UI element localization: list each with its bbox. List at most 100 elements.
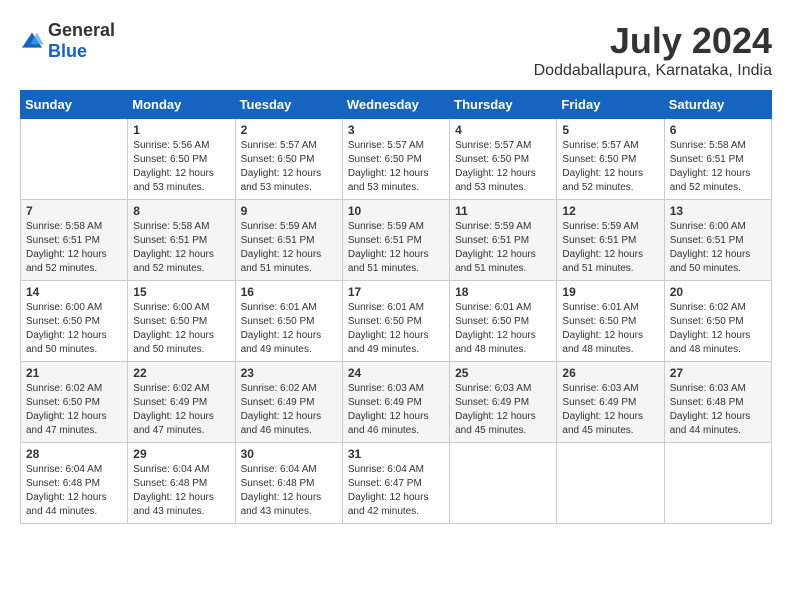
calendar-cell: 14 Sunrise: 6:00 AM Sunset: 6:50 PM Dayli… (21, 281, 128, 362)
calendar-cell: 26Sunrise: 6:03 AM Sunset: 6:49 PM Dayli… (557, 362, 664, 443)
day-number: 9 (241, 204, 337, 218)
month-title: July 2024 (534, 20, 772, 62)
calendar-cell: 20Sunrise: 6:02 AM Sunset: 6:50 PM Dayli… (664, 281, 771, 362)
day-number: 2 (241, 123, 337, 137)
calendar-week-row: 7 Sunrise: 5:58 AM Sunset: 6:51 PM Daylig… (21, 200, 772, 281)
title-block: July 2024 Doddaballapura, Karnataka, Ind… (534, 20, 772, 80)
calendar-week-row: 14 Sunrise: 6:00 AM Sunset: 6:50 PM Dayli… (21, 281, 772, 362)
day-header-tuesday: Tuesday (235, 91, 342, 119)
day-header-saturday: Saturday (664, 91, 771, 119)
calendar-cell: 24Sunrise: 6:03 AM Sunset: 6:49 PM Dayli… (342, 362, 449, 443)
calendar-cell: 8 Sunrise: 5:58 AM Sunset: 6:51 PM Daylig… (128, 200, 235, 281)
cell-info: Sunrise: 5:56 AM Sunset: 6:50 PM Dayligh… (133, 139, 229, 195)
day-number: 1 (133, 123, 229, 137)
cell-info: Sunrise: 5:57 AM Sunset: 6:50 PM Dayligh… (562, 139, 658, 195)
cell-info: Sunrise: 6:03 AM Sunset: 6:49 PM Dayligh… (455, 382, 551, 438)
calendar-cell: 10Sunrise: 5:59 AM Sunset: 6:51 PM Dayli… (342, 200, 449, 281)
cell-info: Sunrise: 5:57 AM Sunset: 6:50 PM Dayligh… (455, 139, 551, 195)
cell-info: Sunrise: 5:59 AM Sunset: 6:51 PM Dayligh… (455, 220, 551, 276)
calendar-cell: 3Sunrise: 5:57 AM Sunset: 6:50 PM Daylig… (342, 119, 449, 200)
logo-icon (20, 31, 44, 51)
cell-info: Sunrise: 5:58 AM Sunset: 6:51 PM Dayligh… (133, 220, 229, 276)
calendar-header-row: SundayMondayTuesdayWednesdayThursdayFrid… (21, 91, 772, 119)
calendar-cell: 25 Sunrise: 6:03 AM Sunset: 6:49 PM Dayli… (450, 362, 557, 443)
cell-info: Sunrise: 6:00 AM Sunset: 6:51 PM Dayligh… (670, 220, 766, 276)
day-number: 12 (562, 204, 658, 218)
day-number: 26 (562, 366, 658, 380)
calendar-cell: 15Sunrise: 6:00 AM Sunset: 6:50 PM Dayli… (128, 281, 235, 362)
calendar-cell: 1 Sunrise: 5:56 AM Sunset: 6:50 PM Daylig… (128, 119, 235, 200)
day-number: 16 (241, 285, 337, 299)
day-number: 14 (26, 285, 122, 299)
calendar-cell: 6Sunrise: 5:58 AM Sunset: 6:51 PM Daylig… (664, 119, 771, 200)
day-number: 7 (26, 204, 122, 218)
day-number: 29 (133, 447, 229, 461)
location-subtitle: Doddaballapura, Karnataka, India (534, 62, 772, 80)
logo-general: General (48, 20, 115, 40)
day-number: 27 (670, 366, 766, 380)
cell-info: Sunrise: 6:04 AM Sunset: 6:47 PM Dayligh… (348, 463, 444, 519)
cell-info: Sunrise: 5:57 AM Sunset: 6:50 PM Dayligh… (241, 139, 337, 195)
calendar-cell: 29 Sunrise: 6:04 AM Sunset: 6:48 PM Dayli… (128, 443, 235, 524)
day-number: 28 (26, 447, 122, 461)
cell-info: Sunrise: 6:00 AM Sunset: 6:50 PM Dayligh… (26, 301, 122, 357)
day-number: 6 (670, 123, 766, 137)
calendar-cell: 2 Sunrise: 5:57 AM Sunset: 6:50 PM Daylig… (235, 119, 342, 200)
calendar-cell: 18Sunrise: 6:01 AM Sunset: 6:50 PM Dayli… (450, 281, 557, 362)
cell-info: Sunrise: 6:02 AM Sunset: 6:50 PM Dayligh… (670, 301, 766, 357)
calendar-cell: 16 Sunrise: 6:01 AM Sunset: 6:50 PM Dayli… (235, 281, 342, 362)
cell-info: Sunrise: 5:59 AM Sunset: 6:51 PM Dayligh… (241, 220, 337, 276)
day-number: 17 (348, 285, 444, 299)
day-header-thursday: Thursday (450, 91, 557, 119)
logo-text: General Blue (48, 20, 115, 62)
calendar-cell: 22Sunrise: 6:02 AM Sunset: 6:49 PM Dayli… (128, 362, 235, 443)
calendar-cell: 27 Sunrise: 6:03 AM Sunset: 6:48 PM Dayli… (664, 362, 771, 443)
calendar-cell: 7 Sunrise: 5:58 AM Sunset: 6:51 PM Daylig… (21, 200, 128, 281)
logo-blue: Blue (48, 41, 87, 61)
calendar-week-row: 21 Sunrise: 6:02 AM Sunset: 6:50 PM Dayli… (21, 362, 772, 443)
day-number: 18 (455, 285, 551, 299)
calendar-cell: 31 Sunrise: 6:04 AM Sunset: 6:47 PM Dayli… (342, 443, 449, 524)
calendar-cell: 13Sunrise: 6:00 AM Sunset: 6:51 PM Dayli… (664, 200, 771, 281)
day-number: 21 (26, 366, 122, 380)
calendar-week-row: 28 Sunrise: 6:04 AM Sunset: 6:48 PM Dayli… (21, 443, 772, 524)
calendar-cell: 19Sunrise: 6:01 AM Sunset: 6:50 PM Dayli… (557, 281, 664, 362)
cell-info: Sunrise: 6:01 AM Sunset: 6:50 PM Dayligh… (348, 301, 444, 357)
page-header: General Blue July 2024 Doddaballapura, K… (20, 20, 772, 80)
calendar-cell (557, 443, 664, 524)
day-number: 4 (455, 123, 551, 137)
cell-info: Sunrise: 6:02 AM Sunset: 6:49 PM Dayligh… (241, 382, 337, 438)
cell-info: Sunrise: 6:01 AM Sunset: 6:50 PM Dayligh… (562, 301, 658, 357)
cell-info: Sunrise: 6:02 AM Sunset: 6:49 PM Dayligh… (133, 382, 229, 438)
calendar-cell (21, 119, 128, 200)
day-number: 5 (562, 123, 658, 137)
day-number: 25 (455, 366, 551, 380)
calendar-cell: 11 Sunrise: 5:59 AM Sunset: 6:51 PM Dayli… (450, 200, 557, 281)
day-number: 24 (348, 366, 444, 380)
cell-info: Sunrise: 6:04 AM Sunset: 6:48 PM Dayligh… (241, 463, 337, 519)
calendar-table: SundayMondayTuesdayWednesdayThursdayFrid… (20, 90, 772, 524)
calendar-cell: 9 Sunrise: 5:59 AM Sunset: 6:51 PM Daylig… (235, 200, 342, 281)
cell-info: Sunrise: 6:02 AM Sunset: 6:50 PM Dayligh… (26, 382, 122, 438)
calendar-cell (664, 443, 771, 524)
day-number: 30 (241, 447, 337, 461)
day-number: 3 (348, 123, 444, 137)
cell-info: Sunrise: 6:00 AM Sunset: 6:50 PM Dayligh… (133, 301, 229, 357)
logo: General Blue (20, 20, 115, 62)
calendar-cell: 12 Sunrise: 5:59 AM Sunset: 6:51 PM Dayli… (557, 200, 664, 281)
cell-info: Sunrise: 6:03 AM Sunset: 6:48 PM Dayligh… (670, 382, 766, 438)
day-header-sunday: Sunday (21, 91, 128, 119)
cell-info: Sunrise: 6:04 AM Sunset: 6:48 PM Dayligh… (133, 463, 229, 519)
day-number: 31 (348, 447, 444, 461)
calendar-cell (450, 443, 557, 524)
cell-info: Sunrise: 5:59 AM Sunset: 6:51 PM Dayligh… (562, 220, 658, 276)
cell-info: Sunrise: 5:58 AM Sunset: 6:51 PM Dayligh… (26, 220, 122, 276)
calendar-cell: 5 Sunrise: 5:57 AM Sunset: 6:50 PM Daylig… (557, 119, 664, 200)
calendar-cell: 28Sunrise: 6:04 AM Sunset: 6:48 PM Dayli… (21, 443, 128, 524)
day-header-friday: Friday (557, 91, 664, 119)
cell-info: Sunrise: 6:01 AM Sunset: 6:50 PM Dayligh… (241, 301, 337, 357)
calendar-cell: 30 Sunrise: 6:04 AM Sunset: 6:48 PM Dayli… (235, 443, 342, 524)
day-number: 8 (133, 204, 229, 218)
calendar-week-row: 1 Sunrise: 5:56 AM Sunset: 6:50 PM Daylig… (21, 119, 772, 200)
day-number: 11 (455, 204, 551, 218)
